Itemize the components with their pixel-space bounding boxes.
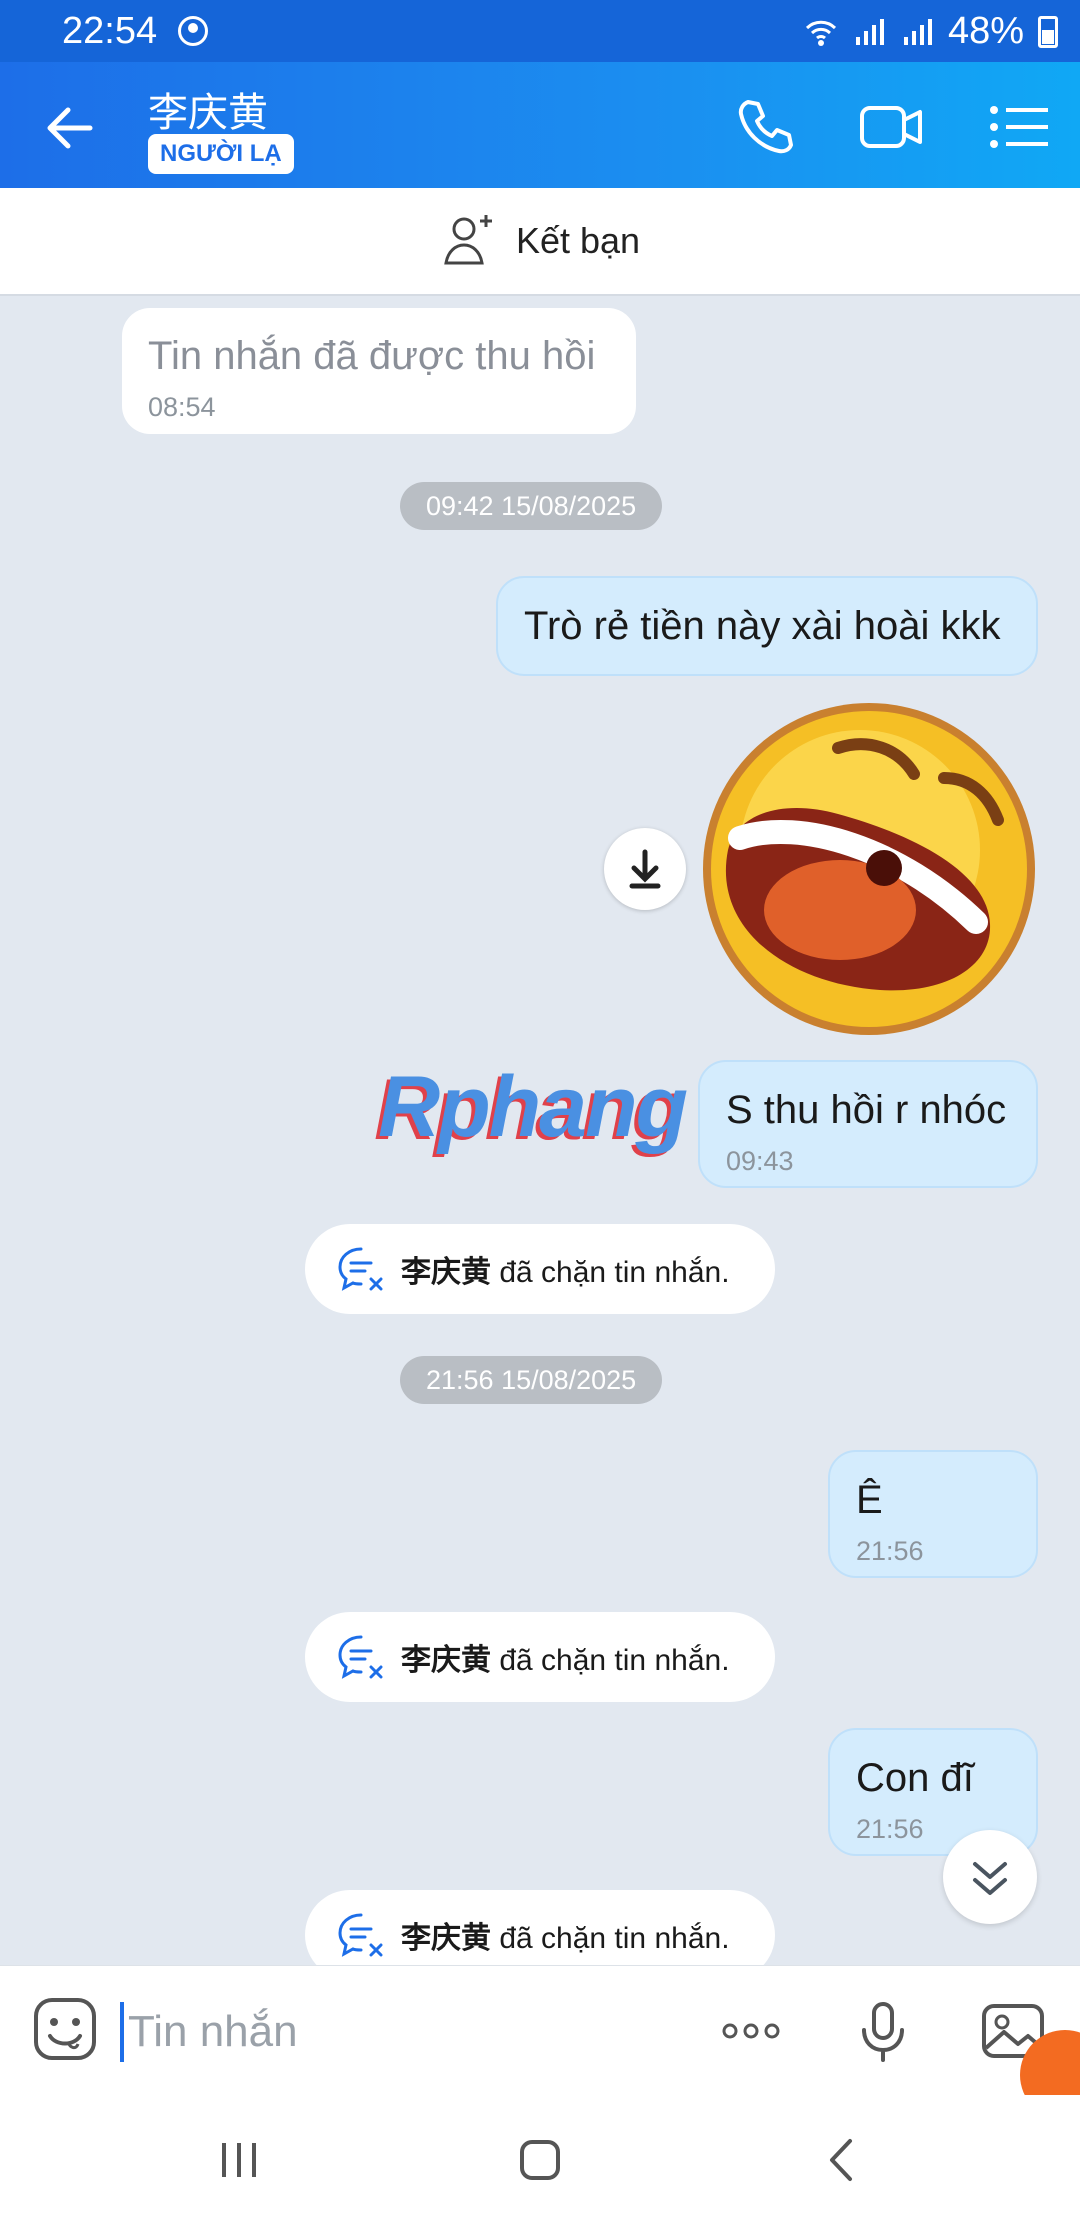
- phone-call-icon[interactable]: [730, 92, 800, 162]
- block-notice: 李庆黄 đã chặn tin nhắn.: [305, 1612, 775, 1702]
- message-text: Trò rẻ tiền này xài hoài kkk: [524, 604, 1001, 648]
- message-text: Con đĩ: [856, 1756, 974, 1800]
- back-arrow-icon[interactable]: [40, 96, 104, 160]
- notice-text: đã chặn tin nhắn.: [499, 1644, 730, 1677]
- signal-icon: [855, 18, 884, 45]
- status-bar: 22:54 48%: [0, 0, 1080, 62]
- wifi-icon: [805, 20, 836, 46]
- more-options-icon[interactable]: [716, 1996, 786, 2066]
- scroll-to-bottom-button[interactable]: [943, 1830, 1037, 1924]
- message-time: 08:54: [148, 392, 216, 422]
- chat-header: 李庆黄 NGƯỜI LẠ: [0, 62, 1080, 188]
- notice-contact: 李庆黄: [401, 1644, 491, 1677]
- message-time: 09:43: [726, 1146, 794, 1176]
- home-icon[interactable]: [505, 2125, 575, 2195]
- notice-contact: 李庆黄: [401, 1922, 491, 1955]
- watermark-logo: Rphang: [378, 1059, 688, 1155]
- notice-text: đã chặn tin nhắn.: [499, 1922, 730, 1955]
- text-caret: [120, 2002, 124, 2062]
- message-text: Tin nhắn đã được thu hồi: [148, 334, 596, 378]
- add-friend-icon: [444, 215, 492, 265]
- battery-percent: 48%: [947, 10, 1024, 52]
- message-time: 21:56: [856, 1536, 924, 1566]
- battery-icon: [1038, 15, 1058, 48]
- block-notice: 李庆黄 đã chặn tin nhắn.: [305, 1224, 775, 1314]
- video-call-icon[interactable]: [856, 92, 926, 162]
- stranger-badge: NGƯỜI LẠ: [148, 134, 294, 174]
- chat-blocked-icon: [338, 1247, 383, 1291]
- emoji-sticker-icon[interactable]: [32, 1996, 98, 2062]
- recent-apps-icon[interactable]: [204, 2125, 274, 2195]
- download-button[interactable]: [604, 828, 686, 910]
- message-recalled[interactable]: Tin nhắn đã được thu hồi 08:54: [122, 308, 636, 434]
- message-out[interactable]: S thu hồi r nhóc 09:43: [698, 1060, 1038, 1188]
- signal-icon-2: [903, 18, 932, 45]
- notice-text: đã chặn tin nhắn.: [499, 1256, 730, 1289]
- contact-name[interactable]: 李庆黄: [148, 80, 268, 138]
- microphone-icon[interactable]: [848, 1996, 918, 2066]
- chat-blocked-icon: [338, 1635, 383, 1679]
- account-icon: [178, 16, 208, 46]
- date-separator: 09:42 15/08/2025: [400, 482, 663, 530]
- menu-list-icon[interactable]: [984, 92, 1054, 162]
- back-nav-icon[interactable]: [808, 2125, 878, 2195]
- message-text: S thu hồi r nhóc: [726, 1088, 1007, 1132]
- download-icon: [629, 849, 661, 889]
- message-out[interactable]: Ê 21:56: [828, 1450, 1038, 1578]
- chevron-double-down-icon: [973, 1862, 1007, 1895]
- add-friend-bar[interactable]: Kết bạn: [0, 188, 1080, 296]
- date-separator: 21:56 15/08/2025: [400, 1356, 663, 1404]
- message-input-bar: [0, 1965, 1080, 2096]
- chat-blocked-icon: [338, 1913, 383, 1957]
- message-out[interactable]: Trò rẻ tiền này xài hoài kkk: [496, 576, 1038, 676]
- message-input[interactable]: [126, 1996, 690, 2068]
- message-text: Ê: [856, 1478, 883, 1522]
- notice-contact: 李庆黄: [401, 1256, 491, 1289]
- laughing-sticker[interactable]: [700, 700, 1038, 1038]
- add-friend-label: Kết bạn: [515, 220, 641, 261]
- status-time: 22:54: [62, 10, 158, 52]
- system-nav-bar: [0, 2095, 1080, 2220]
